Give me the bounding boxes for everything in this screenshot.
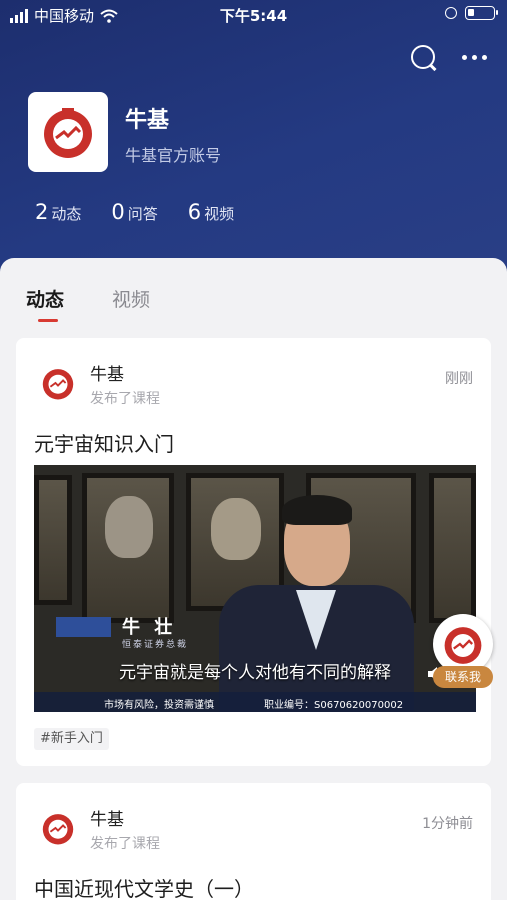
portrait-frame	[34, 475, 72, 605]
speaker-hair	[282, 495, 352, 525]
post-time: 1分钟前	[422, 816, 473, 832]
contact-me-button[interactable]: 联系我	[431, 614, 495, 688]
post-card[interactable]: 牛基 发布了课程 刚刚 元宇宙知识入门 牛 壮 恒泰证券总裁 元宇宙就是每个人对…	[16, 338, 491, 766]
post-action: 发布了课程	[90, 836, 160, 852]
stats-row: 2 动态 0 问答 6 视频	[35, 200, 234, 224]
post-tag[interactable]: #新手入门	[34, 728, 109, 750]
stat-label: 问答	[127, 205, 158, 223]
stat-videos[interactable]: 6 视频	[188, 200, 234, 224]
active-tab-indicator	[38, 319, 58, 322]
status-bar: 中国移动 下午5:44	[0, 0, 507, 30]
author-name: 牛基	[90, 365, 124, 385]
caption-role: 恒泰证券总裁	[122, 640, 189, 650]
stat-count: 6	[187, 200, 202, 224]
contact-label: 联系我	[433, 666, 493, 688]
post-action: 发布了课程	[90, 391, 160, 407]
stat-posts[interactable]: 2 动态	[35, 200, 81, 224]
post-card[interactable]: 牛基 发布了课程 1分钟前 中国近现代文学史（一）	[16, 783, 491, 900]
stat-count: 0	[111, 200, 125, 224]
profile-name: 牛基	[125, 108, 170, 133]
video-subtitle: 元宇宙就是每个人对他有不同的解释	[119, 663, 391, 683]
post-title[interactable]: 中国近现代文学史（一）	[34, 873, 254, 900]
risk-notice-bar: 市场有风险，投资需谨慎 职业编号：S0670620070002	[34, 692, 476, 712]
brand-logo-icon	[44, 108, 92, 158]
author-avatar	[38, 363, 78, 403]
post-title[interactable]: 元宇宙知识入门	[34, 428, 174, 457]
risk-notice: 市场有风险，投资需谨慎	[104, 700, 214, 711]
search-icon[interactable]	[408, 42, 438, 72]
video-player[interactable]: 牛 壮 恒泰证券总裁 元宇宙就是每个人对他有不同的解释 市场有风险，投资需谨慎 …	[34, 465, 476, 712]
stat-label: 动态	[51, 205, 82, 223]
more-icon[interactable]	[462, 42, 487, 72]
stat-count: 2	[35, 200, 49, 224]
brand-logo-icon	[42, 814, 74, 845]
author-avatar	[38, 808, 78, 848]
stat-label: 视频	[204, 205, 235, 223]
caption-name: 牛 壮	[122, 617, 177, 638]
content-panel: 动态 视频 牛基 发布了课程 刚刚 元宇宙知识入门 牛 壮 恒泰证券总裁 元宇宙…	[0, 258, 507, 900]
caption-bar	[56, 617, 111, 637]
license-number: 职业编号：S0670620070002	[264, 700, 404, 711]
post-time: 刚刚	[445, 371, 473, 387]
profile-subtitle: 牛基官方账号	[125, 146, 222, 165]
stat-answers[interactable]: 0 问答	[111, 200, 157, 224]
brand-logo-icon	[444, 627, 482, 664]
brand-logo-icon	[42, 369, 74, 400]
author-name: 牛基	[90, 810, 124, 830]
battery-icon	[465, 6, 498, 20]
status-time: 下午5:44	[219, 7, 288, 25]
tab-bar: 动态 视频	[0, 258, 507, 338]
tab-posts[interactable]: 动态	[26, 285, 64, 312]
profile-header: 中国移动 下午5:44 牛基 牛基官方账号 2 动态 0 问答 6 视频	[0, 0, 507, 290]
portrait-frame	[429, 473, 476, 623]
tab-videos[interactable]: 视频	[112, 285, 150, 312]
portrait-frame	[82, 473, 174, 623]
orientation-lock-icon	[445, 7, 457, 19]
profile-logo	[28, 92, 108, 172]
contact-avatar	[433, 614, 493, 674]
